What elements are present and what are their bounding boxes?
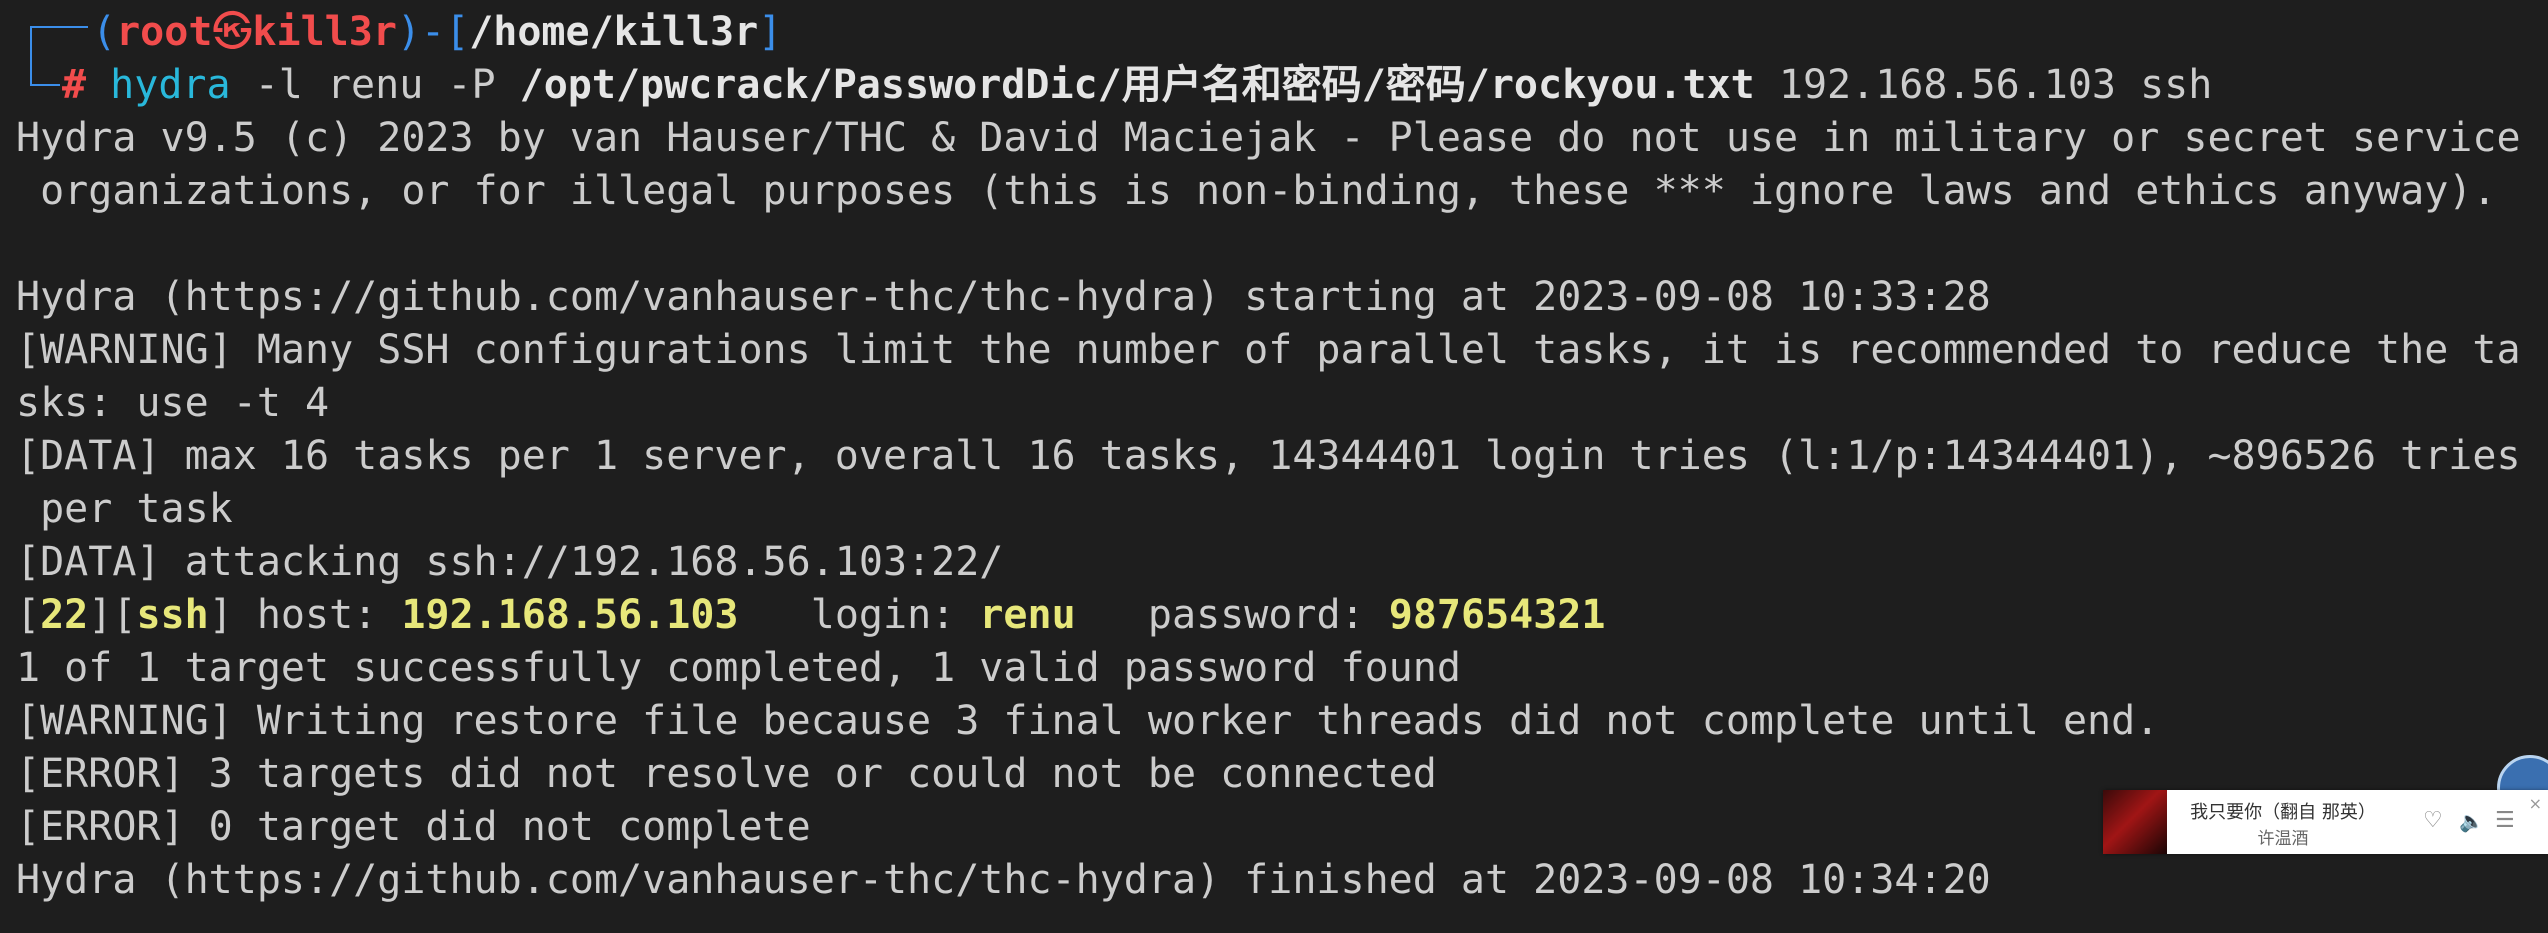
command-line[interactable]: # hydra -l renu -P /opt/pwcrack/Password…: [62, 59, 2212, 112]
output-line: Hydra v9.5 (c) 2023 by van Hauser/THC & …: [16, 115, 2521, 161]
result-login: renu: [979, 592, 1076, 638]
command-program: hydra: [110, 62, 231, 108]
prompt-top-dash: [30, 26, 88, 28]
result-port: 22: [40, 592, 89, 638]
command-target: 192.168.56.103 ssh: [1778, 62, 2213, 108]
prompt-hash: #: [62, 62, 111, 108]
result-host: 192.168.56.103: [401, 592, 739, 638]
output-line: sks: use -t 4: [16, 380, 330, 426]
heart-icon[interactable]: ♡: [2423, 808, 2443, 834]
command-flag-p: -P: [447, 62, 496, 108]
prompt-bottom-dash: [30, 84, 60, 86]
prompt-sep: -[: [421, 9, 470, 55]
terminal-window[interactable]: (root㉿kill3r)-[/home/kill3r] # hydra -l …: [0, 0, 2548, 933]
output-line: [ERROR] 0 target did not complete: [16, 804, 811, 850]
prompt-host: kill3r: [252, 9, 397, 55]
volume-icon[interactable]: 🔈: [2459, 808, 2484, 834]
prompt-line: (root㉿kill3r)-[/home/kill3r]: [92, 6, 782, 59]
prompt-close-paren: ): [396, 9, 422, 55]
output-line: Hydra (https://github.com/vanhauser-thc/…: [16, 274, 1991, 320]
command-user: renu: [326, 62, 424, 108]
result-host-label: ] host:: [208, 592, 402, 638]
result-line: [22][ssh] host: 192.168.56.103 login: re…: [16, 592, 1606, 638]
song-artist: 许温酒: [2257, 829, 2309, 849]
album-cover[interactable]: [2103, 790, 2167, 854]
output-line: [WARNING] Writing restore file because 3…: [16, 698, 2160, 744]
prompt-at-icon: ㉿: [212, 9, 253, 55]
playlist-icon[interactable]: ☰: [2495, 808, 2515, 834]
output-line: per task: [16, 486, 233, 532]
prompt-user: root: [116, 9, 213, 55]
song-title: 我只要你（翻自 那英）: [2190, 802, 2376, 823]
output-line: [WARNING] Many SSH configurations limit …: [16, 327, 2521, 373]
prompt-corner-line: [30, 26, 32, 84]
output-line: [DATA] attacking ssh://192.168.56.103:22…: [16, 539, 1004, 585]
result-service: ssh: [136, 592, 209, 638]
prompt-close-bracket: ]: [758, 9, 783, 55]
result-login-label: login:: [738, 592, 980, 638]
command-flag-l: -l: [254, 62, 303, 108]
music-mini-player[interactable]: 我只要你（翻自 那英） 许温酒 ♡ 🔈 ☰ ×: [2103, 790, 2548, 854]
output-line: [DATA] max 16 tasks per 1 server, overal…: [16, 433, 2521, 479]
output-line: [ERROR] 3 targets did not resolve or cou…: [16, 751, 1437, 797]
prompt-open-paren: (: [92, 9, 117, 55]
output-line: 1 of 1 target successfully completed, 1 …: [16, 645, 1461, 691]
command-wordlist: /opt/pwcrack/PasswordDic/用户名和密码/密码/rocky…: [519, 62, 1755, 108]
output-line: Hydra (https://github.com/vanhauser-thc/…: [16, 857, 1991, 903]
result-password: 987654321: [1388, 592, 1606, 638]
result-password-label: password:: [1075, 592, 1389, 638]
prompt-cwd: /home/kill3r: [469, 9, 759, 55]
output-line: organizations, or for illegal purposes (…: [16, 168, 2497, 214]
close-icon[interactable]: ×: [2529, 794, 2542, 813]
